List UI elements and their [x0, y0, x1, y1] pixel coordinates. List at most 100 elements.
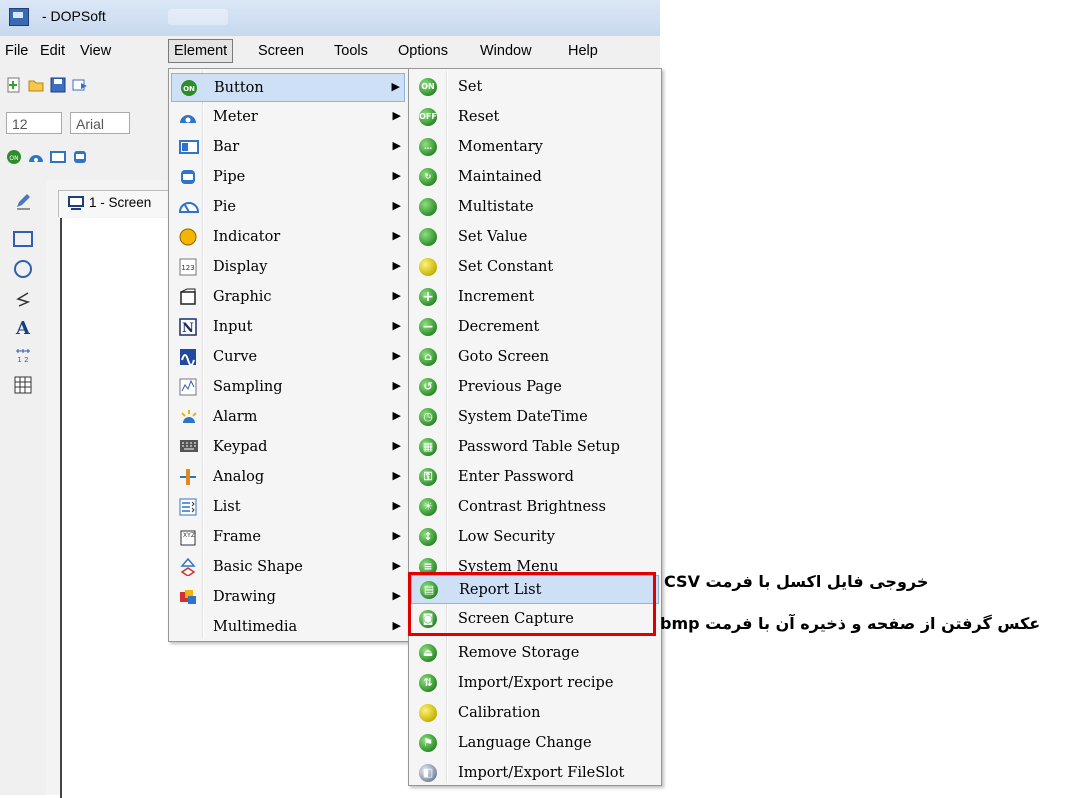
rectangle-tool-icon[interactable]: [12, 228, 34, 250]
submenu-item-label: Decrement: [458, 319, 540, 335]
list-icon: [179, 498, 197, 516]
submenu-item-set[interactable]: ON Set: [411, 73, 659, 102]
menu-element[interactable]: Element: [168, 39, 234, 63]
submenu-item-decrement[interactable]: − Decrement: [411, 313, 659, 342]
svg-text:1 2: 1 2: [17, 356, 28, 364]
submenu-item-previous-page[interactable]: ↺ Previous Page: [411, 373, 659, 402]
menu-view[interactable]: View: [80, 43, 111, 59]
pipe-icon: [179, 168, 197, 186]
menu-item-display[interactable]: 123 Display ▶: [171, 253, 405, 282]
app-icon[interactable]: [9, 8, 29, 26]
submenu-item-label: Momentary: [458, 139, 543, 155]
menu-item-label: Sampling: [213, 379, 283, 395]
submenu-arrow-icon: ▶: [392, 229, 401, 242]
table-tool-icon[interactable]: [12, 374, 34, 396]
menu-item-button[interactable]: ON Button ▶: [171, 73, 405, 102]
menu-item-pipe[interactable]: Pipe ▶: [171, 163, 405, 192]
menu-options[interactable]: Options: [398, 43, 448, 59]
menu-screen[interactable]: Screen: [258, 43, 304, 59]
import-export-recipe-icon: ⇅: [419, 674, 437, 692]
submenu-item-enter-password[interactable]: ⚿ Enter Password: [411, 463, 659, 492]
button-submenu: ON Set OFF Reset … Momentary ↻ Maintained Mu…: [408, 68, 662, 786]
submenu-item-label: Enter Password: [458, 469, 574, 485]
meter-icon: [179, 108, 197, 126]
submenu-item-calibration[interactable]: Calibration: [411, 699, 659, 728]
menu-item-frame[interactable]: XYZ Frame ▶: [171, 523, 405, 552]
submenu-item-label: Set Value: [458, 229, 528, 245]
font-name-select[interactable]: Arial: [70, 112, 130, 134]
menu-item-keypad[interactable]: Keypad ▶: [171, 433, 405, 462]
menu-item-label: Button: [214, 80, 264, 96]
menu-item-label: Display: [213, 259, 268, 275]
submenu-item-label: Contrast Brightness: [458, 499, 606, 515]
menu-item-label: Drawing: [213, 589, 276, 605]
menu-item-alarm[interactable]: Alarm ▶: [171, 403, 405, 432]
submenu-item-contrast-brightness[interactable]: ☀ Contrast Brightness: [411, 493, 659, 522]
menu-item-label: Frame: [213, 529, 261, 545]
meter-tool-icon[interactable]: [28, 149, 44, 165]
menu-help[interactable]: Help: [568, 43, 598, 59]
submenu-arrow-icon: ▶: [392, 349, 401, 362]
button-tool-icon[interactable]: ON: [6, 149, 22, 165]
submenu-item-system-datetime[interactable]: ◷ System DateTime: [411, 403, 659, 432]
menu-item-label: Alarm: [213, 409, 258, 425]
submenu-item-increment[interactable]: + Increment: [411, 283, 659, 312]
submenu-item-password-table-setup[interactable]: ▦ Password Table Setup: [411, 433, 659, 462]
submenu-item-goto-screen[interactable]: ⌂ Goto Screen: [411, 343, 659, 372]
submenu-arrow-icon: ▶: [391, 80, 400, 93]
scale-tool-icon[interactable]: 1 2: [12, 344, 34, 366]
submenu-item-remove-storage[interactable]: ⏏ Remove Storage: [411, 639, 659, 668]
submenu-item-label: Language Change: [458, 735, 592, 751]
language-change-icon: ⚑: [419, 734, 437, 752]
submenu-item-momentary[interactable]: … Momentary: [411, 133, 659, 162]
submenu-arrow-icon: ▶: [392, 499, 401, 512]
menu-item-pie[interactable]: Pie ▶: [171, 193, 405, 222]
menu-tools[interactable]: Tools: [334, 43, 368, 59]
menu-item-basic-shape[interactable]: Basic Shape ▶: [171, 553, 405, 582]
keypad-icon: [179, 438, 198, 456]
menu-item-sampling[interactable]: Sampling ▶: [171, 373, 405, 402]
open-folder-icon[interactable]: [28, 77, 44, 93]
reset-icon: OFF: [419, 108, 437, 126]
menu-item-multimedia[interactable]: Multimedia ▶: [171, 613, 405, 642]
screen-canvas[interactable]: [60, 218, 182, 798]
menu-file[interactable]: File: [5, 43, 28, 59]
text-tool-icon[interactable]: A: [12, 316, 34, 338]
submenu-item-set-constant[interactable]: Set Constant: [411, 253, 659, 282]
screen-capture-annotation: عکس گرفتن از صفحه و ذخیره آن با فرمت bmp: [660, 614, 1041, 633]
bar-tool-icon[interactable]: [50, 149, 66, 165]
alarm-icon: [179, 408, 197, 426]
submenu-item-label: Increment: [458, 289, 535, 305]
submenu-item-set-value[interactable]: Set Value: [411, 223, 659, 252]
menu-item-curve[interactable]: Curve ▶: [171, 343, 405, 372]
save-icon[interactable]: [50, 77, 66, 93]
circle-tool-icon[interactable]: [12, 258, 34, 280]
menu-item-graphic[interactable]: Graphic ▶: [171, 283, 405, 312]
maintained-icon: ↻: [419, 168, 437, 186]
menu-item-list[interactable]: List ▶: [171, 493, 405, 522]
submenu-item-reset[interactable]: OFF Reset: [411, 103, 659, 132]
document-area: 1 - Screen: [46, 180, 190, 798]
pen-icon[interactable]: [12, 190, 34, 212]
submenu-item-import-export-recipe[interactable]: ⇅ Import/Export recipe: [411, 669, 659, 698]
submenu-item-low-security[interactable]: ↕ Low Security: [411, 523, 659, 552]
submenu-item-import-export-fileslot[interactable]: ◧ Import/Export FileSlot: [411, 759, 659, 788]
polyline-tool-icon[interactable]: [12, 288, 34, 310]
pipe-tool-icon[interactable]: [72, 149, 88, 165]
submenu-item-maintained[interactable]: ↻ Maintained: [411, 163, 659, 192]
menu-item-bar[interactable]: Bar ▶: [171, 133, 405, 162]
export-icon[interactable]: [72, 77, 88, 93]
submenu-item-multistate[interactable]: Multistate: [411, 193, 659, 222]
menu-edit[interactable]: Edit: [40, 43, 65, 59]
standard-toolbar: [6, 70, 88, 100]
submenu-item-language-change[interactable]: ⚑ Language Change: [411, 729, 659, 758]
menu-item-indicator[interactable]: Indicator ▶: [171, 223, 405, 252]
menu-item-meter[interactable]: Meter ▶: [171, 103, 405, 132]
menu-window[interactable]: Window: [480, 43, 532, 59]
font-size-select[interactable]: 12: [6, 112, 62, 134]
menu-item-drawing[interactable]: Drawing ▶: [171, 583, 405, 612]
new-file-icon[interactable]: [6, 77, 22, 93]
menu-item-analog[interactable]: Analog ▶: [171, 463, 405, 492]
remove-storage-icon: ⏏: [419, 644, 437, 662]
menu-item-input[interactable]: N Input ▶: [171, 313, 405, 342]
